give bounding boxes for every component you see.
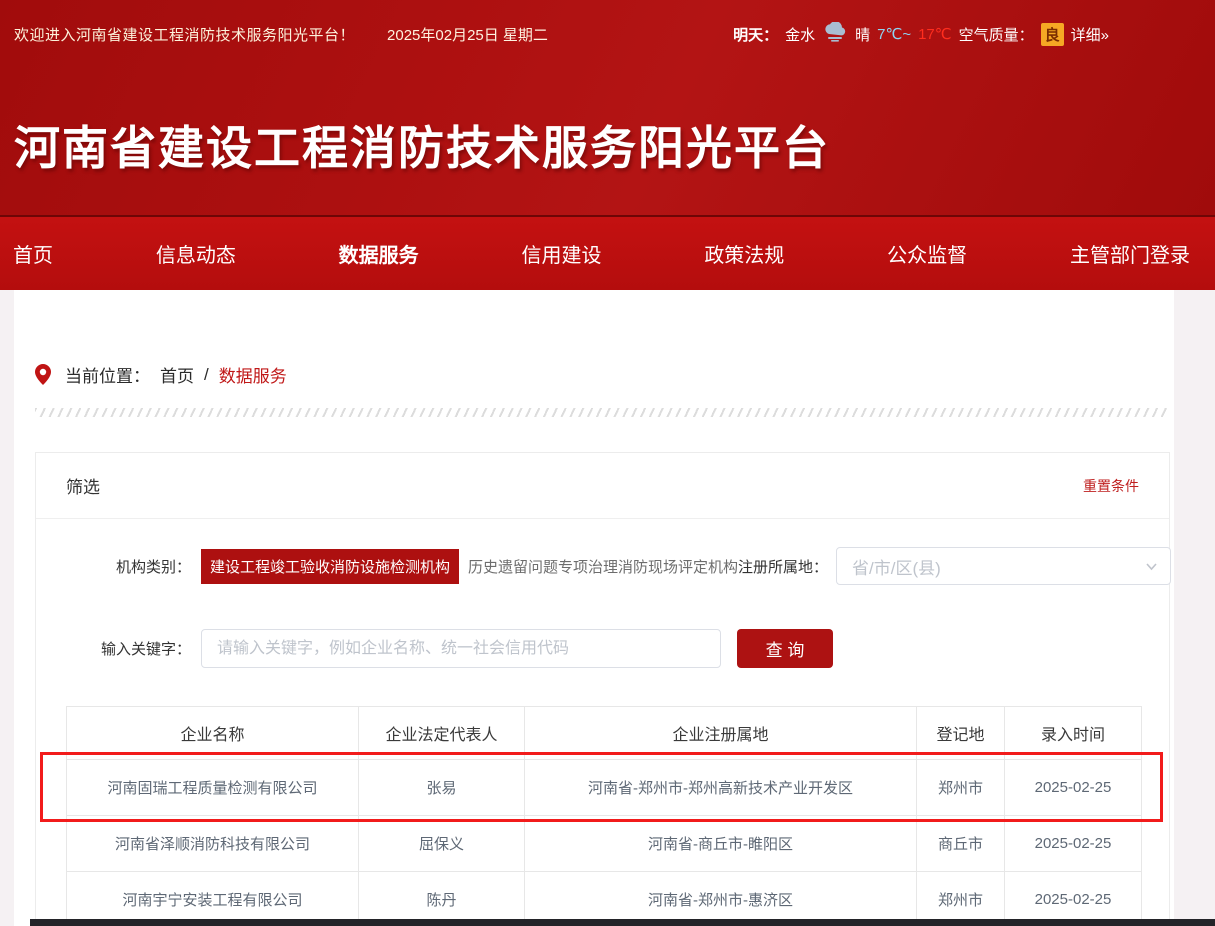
cell-entry-date: 2025-02-25 xyxy=(1005,760,1142,816)
air-quality-label: 空气质量： xyxy=(959,24,1034,45)
weather-tomorrow-label: 明天： xyxy=(733,24,778,45)
temp-low: 7℃~ xyxy=(877,25,911,43)
filter-card-header: 筛选 重置条件 xyxy=(36,453,1169,519)
nav-item-credit[interactable]: 信用建设 xyxy=(521,239,601,268)
breadcrumb-home[interactable]: 首页 xyxy=(160,362,194,387)
reset-filters-link[interactable]: 重置条件 xyxy=(1083,476,1139,496)
region-select[interactable]: 省/市/区(县) xyxy=(836,547,1171,585)
masthead: 欢迎进入河南省建设工程消防技术服务阳光平台！ 2025年02月25日 星期二 明… xyxy=(0,0,1215,215)
page-title: 河南省建设工程消防技术服务阳光平台 xyxy=(14,112,830,178)
col-header-reg-place: 登记地 xyxy=(917,707,1005,760)
nav-item-admin-login[interactable]: 主管部门登录 xyxy=(1070,239,1190,268)
keyword-label: 输入关键字： xyxy=(66,638,191,659)
table-row[interactable]: 河南固瑞工程质量检测有限公司 张易 河南省-郑州市-郑州高新技术产业开发区 郑州… xyxy=(67,760,1142,816)
results-table: 企业名称 企业法定代表人 企业注册属地 登记地 录入时间 河南固瑞工程质量检测有… xyxy=(66,706,1142,926)
col-header-reg-address: 企业注册属地 xyxy=(525,707,917,760)
search-button[interactable]: 查 询 xyxy=(737,629,833,668)
weather-detail-link[interactable]: 详细» xyxy=(1071,24,1109,45)
breadcrumb-label: 当前位置： xyxy=(65,362,150,387)
cell-reg-address: 河南省-郑州市-惠济区 xyxy=(525,872,917,926)
chevron-down-icon xyxy=(1145,560,1158,573)
breadcrumb-current: 数据服务 xyxy=(219,362,287,387)
weather-district: 金水 xyxy=(785,24,815,45)
cell-entry-date: 2025-02-25 xyxy=(1005,816,1142,872)
category-label: 机构类别： xyxy=(66,556,191,577)
topbar: 欢迎进入河南省建设工程消防技术服务阳光平台！ 2025年02月25日 星期二 明… xyxy=(0,0,1215,46)
cell-legal-rep: 屈保义 xyxy=(359,816,525,872)
region-group: 注册所属地： 省/市/区(县) xyxy=(738,547,1171,585)
region-select-placeholder: 省/市/区(县) xyxy=(852,554,1145,579)
category-option-other[interactable]: 历史遗留问题专项治理消防现场评定机构 xyxy=(468,556,738,577)
nav-item-data-service[interactable]: 数据服务 xyxy=(339,239,419,268)
air-quality-badge: 良 xyxy=(1041,23,1064,46)
nav-item-policy[interactable]: 政策法规 xyxy=(704,239,784,268)
temp-high: 17℃ xyxy=(918,25,952,43)
table-header-row: 企业名称 企业法定代表人 企业注册属地 登记地 录入时间 xyxy=(67,707,1142,760)
col-header-entry-date: 录入时间 xyxy=(1005,707,1142,760)
location-pin-icon xyxy=(35,364,51,386)
cell-legal-rep: 陈丹 xyxy=(359,872,525,926)
nav-item-home[interactable]: 首页 xyxy=(13,239,53,268)
date-text: 2025年02月25日 星期二 xyxy=(387,24,548,45)
region-label: 注册所属地： xyxy=(738,556,828,577)
nav-item-news[interactable]: 信息动态 xyxy=(156,239,236,268)
welcome-text: 欢迎进入河南省建设工程消防技术服务阳光平台！ xyxy=(14,24,355,45)
cell-legal-rep: 张易 xyxy=(359,760,525,816)
cell-reg-place: 郑州市 xyxy=(917,760,1005,816)
weather-cloud-icon xyxy=(822,22,848,46)
cell-company-name: 河南固瑞工程质量检测有限公司 xyxy=(67,760,359,816)
bottom-edge-strip xyxy=(30,919,1215,926)
main-nav: 首页 信息动态 数据服务 信用建设 政策法规 公众监督 主管部门登录 xyxy=(0,215,1215,290)
cell-company-name: 河南省泽顺消防科技有限公司 xyxy=(67,816,359,872)
cell-reg-address: 河南省-郑州市-郑州高新技术产业开发区 xyxy=(525,760,917,816)
breadcrumb-separator: / xyxy=(204,365,209,385)
keyword-filter-row: 输入关键字： 查 询 xyxy=(36,629,1169,668)
weather-condition: 晴 xyxy=(855,24,870,45)
category-option-selected[interactable]: 建设工程竣工验收消防设施检测机构 xyxy=(201,549,459,584)
col-header-legal-rep: 企业法定代表人 xyxy=(359,707,525,760)
hatch-divider xyxy=(35,408,1168,417)
cell-reg-place: 商丘市 xyxy=(917,816,1005,872)
breadcrumb: 当前位置： 首页 / 数据服务 xyxy=(35,362,287,387)
cell-reg-address: 河南省-商丘市-睢阳区 xyxy=(525,816,917,872)
filter-card: 筛选 重置条件 机构类别： 建设工程竣工验收消防设施检测机构 历史遗留问题专项治… xyxy=(35,452,1170,926)
table-row[interactable]: 河南省泽顺消防科技有限公司 屈保义 河南省-商丘市-睢阳区 商丘市 2025-0… xyxy=(67,816,1142,872)
weather-widget: 明天： 金水 晴 7℃~ 17℃ 空气质量： 良 详细» xyxy=(733,22,1109,46)
cell-company-name: 河南宇宁安装工程有限公司 xyxy=(67,872,359,926)
table-row[interactable]: 河南宇宁安装工程有限公司 陈丹 河南省-郑州市-惠济区 郑州市 2025-02-… xyxy=(67,872,1142,926)
keyword-input[interactable] xyxy=(201,629,721,668)
cell-reg-place: 郑州市 xyxy=(917,872,1005,926)
col-header-company: 企业名称 xyxy=(67,707,359,760)
cell-entry-date: 2025-02-25 xyxy=(1005,872,1142,926)
filter-title: 筛选 xyxy=(66,473,100,498)
content-area: 当前位置： 首页 / 数据服务 筛选 重置条件 机构类别： 建设工程竣工验收消防… xyxy=(14,290,1174,926)
nav-item-supervision[interactable]: 公众监督 xyxy=(887,239,967,268)
category-filter-row: 机构类别： 建设工程竣工验收消防设施检测机构 历史遗留问题专项治理消防现场评定机… xyxy=(36,547,1169,585)
